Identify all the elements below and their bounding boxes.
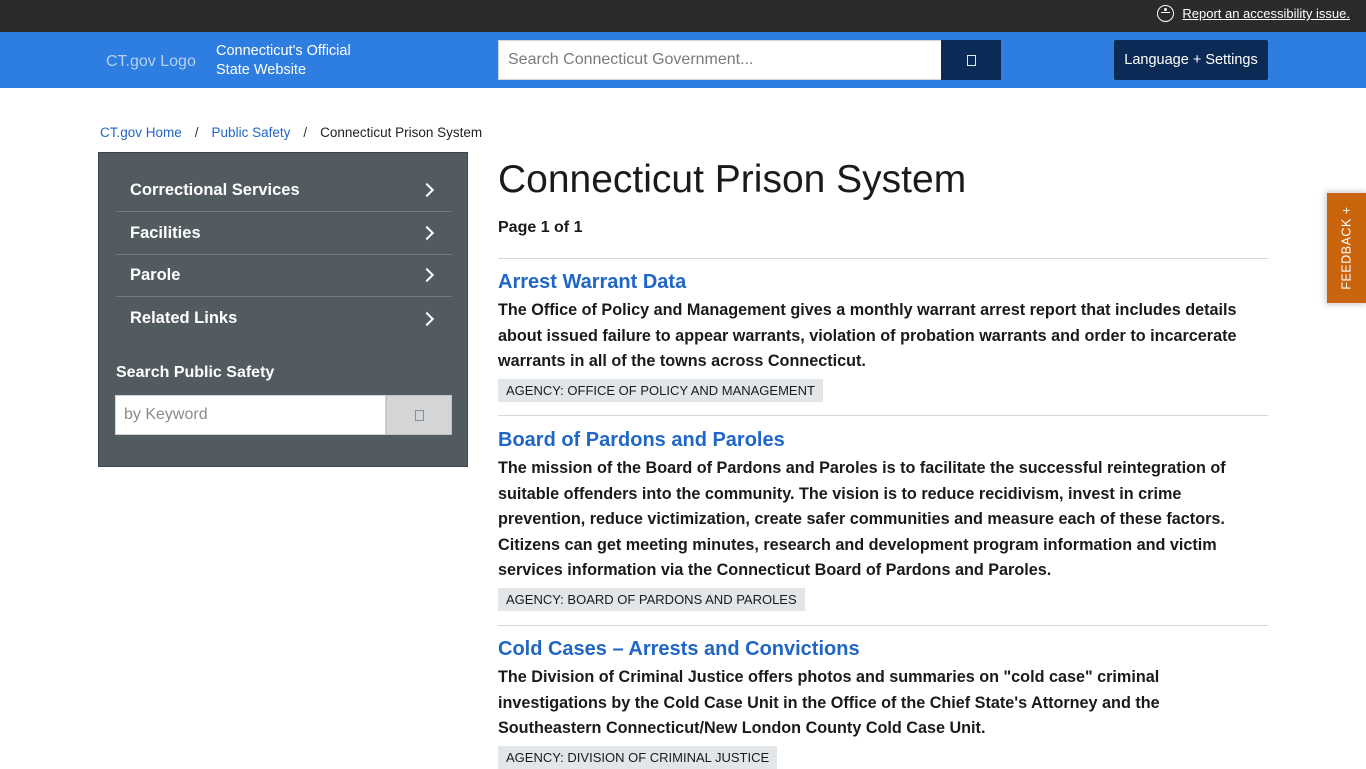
sidebar-item-label: Correctional Services bbox=[130, 180, 300, 199]
sidebar-item-facilities[interactable]: Facilities bbox=[116, 212, 452, 255]
agency-tag: AGENCY: OFFICE OF POLICY AND MANAGEMENT bbox=[498, 379, 823, 402]
sidebar-item-label: Facilities bbox=[130, 223, 201, 242]
sidebar-nav: Correctional Services Facilities Parole … bbox=[98, 152, 468, 467]
sidebar-item-label: Parole bbox=[130, 265, 181, 284]
chevron-right-icon bbox=[419, 267, 435, 283]
chevron-right-icon bbox=[419, 225, 435, 241]
search-icon bbox=[966, 54, 976, 66]
result-title-link[interactable]: Board of Pardons and Paroles bbox=[498, 429, 785, 452]
accessibility-report-link[interactable]: Report an accessibility issue. bbox=[1157, 5, 1350, 22]
page-title: Connecticut Prison System bbox=[498, 158, 967, 201]
divider bbox=[498, 415, 1268, 416]
breadcrumb-current: Connecticut Prison System bbox=[320, 125, 483, 140]
breadcrumb-separator: / bbox=[194, 125, 199, 140]
sidebar-item-related-links[interactable]: Related Links bbox=[116, 297, 452, 340]
site-search-button[interactable] bbox=[941, 40, 1001, 80]
page-count: Page 1 of 1 bbox=[498, 219, 583, 236]
breadcrumb: CT.gov Home / Public Safety / Connecticu… bbox=[100, 125, 482, 140]
sidebar-item-parole[interactable]: Parole bbox=[116, 254, 452, 297]
site-header: CT.gov Logo Connecticut's Official State… bbox=[0, 32, 1366, 88]
site-tagline[interactable]: Connecticut's Official State Website bbox=[216, 42, 376, 80]
site-search bbox=[498, 40, 1001, 80]
sidebar-search-input[interactable] bbox=[115, 395, 386, 435]
result-description: The Office of Policy and Management give… bbox=[498, 301, 1237, 370]
divider bbox=[498, 258, 1268, 259]
sidebar-search-button[interactable] bbox=[386, 395, 452, 435]
feedback-label: FEEDBACK + bbox=[1339, 206, 1354, 290]
breadcrumb-home-link[interactable]: CT.gov Home bbox=[100, 125, 182, 140]
result-description: The mission of the Board of Pardons and … bbox=[498, 459, 1226, 579]
sidebar-search-label: Search Public Safety bbox=[116, 364, 275, 381]
accessibility-icon bbox=[1157, 5, 1175, 22]
breadcrumb-public-safety-link[interactable]: Public Safety bbox=[212, 125, 291, 140]
breadcrumb-separator: / bbox=[303, 125, 308, 140]
site-search-input[interactable] bbox=[498, 40, 941, 80]
language-settings-button[interactable]: Language + Settings bbox=[1114, 40, 1268, 80]
ct-gov-logo[interactable]: CT.gov Logo bbox=[106, 50, 198, 100]
result-title-link[interactable]: Cold Cases – Arrests and Convictions bbox=[498, 638, 860, 661]
chevron-right-icon bbox=[419, 182, 435, 198]
sidebar-item-correctional-services[interactable]: Correctional Services bbox=[116, 169, 452, 212]
utility-bar: Report an accessibility issue. bbox=[0, 0, 1366, 32]
sidebar-item-label: Related Links bbox=[130, 309, 238, 327]
search-icon bbox=[414, 409, 424, 421]
agency-tag: AGENCY: BOARD OF PARDONS AND PAROLES bbox=[498, 588, 805, 611]
feedback-tab[interactable]: FEEDBACK + bbox=[1326, 192, 1366, 304]
agency-tag: AGENCY: DIVISION OF CRIMINAL JUSTICE bbox=[498, 746, 778, 769]
divider bbox=[498, 625, 1268, 626]
chevron-right-icon bbox=[419, 311, 435, 326]
accessibility-link-label[interactable]: Report an accessibility issue. bbox=[1182, 6, 1350, 21]
sidebar-search bbox=[115, 395, 452, 435]
result-description: The Division of Criminal Justice offers … bbox=[498, 668, 1160, 737]
result-title-link[interactable]: Arrest Warrant Data bbox=[498, 271, 686, 294]
